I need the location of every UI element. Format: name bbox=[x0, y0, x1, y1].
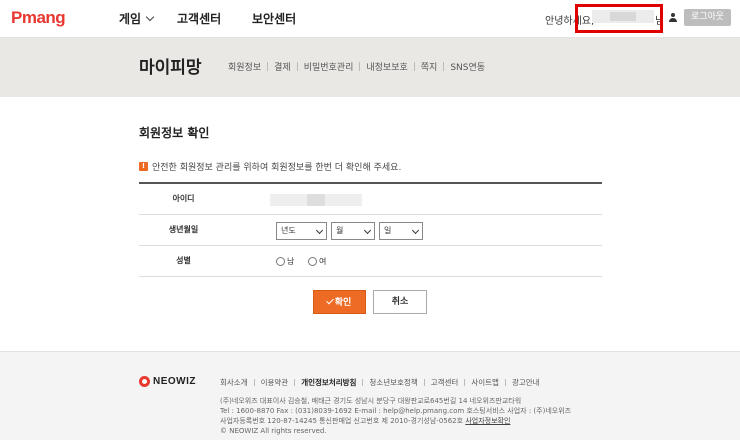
user-icon[interactable] bbox=[669, 13, 677, 22]
company-info-line: Tel : 1600-8870 Fax : (031)8039-1692 E-m… bbox=[220, 407, 572, 415]
business-info-link[interactable]: 사업자정보확인 bbox=[465, 417, 510, 425]
divider bbox=[443, 62, 445, 71]
confirm-button[interactable]: 확인 bbox=[313, 290, 366, 314]
gender-female-radio[interactable] bbox=[308, 257, 317, 266]
divider bbox=[296, 62, 298, 71]
subnav-messages[interactable]: 쪽지 bbox=[421, 60, 438, 73]
subnav-privacy[interactable]: 내정보보호 bbox=[366, 60, 407, 73]
birth-month-select[interactable]: 월 bbox=[331, 222, 375, 240]
alert-icon: ! bbox=[139, 162, 148, 171]
page-title: 마이피망 bbox=[139, 58, 202, 78]
chevron-down-icon bbox=[145, 12, 155, 22]
copyright: © NEOWIZ All rights reserved. bbox=[220, 427, 327, 435]
chevron-down-icon bbox=[363, 226, 372, 235]
gender-female-option[interactable]: 여 bbox=[308, 256, 326, 267]
footer-link-privacy-policy[interactable]: 개인정보처리방침 bbox=[301, 377, 356, 388]
neowiz-logo-text: NEOWIZ bbox=[153, 376, 196, 387]
sub-navigation: 회원정보 결제 비밀번호관리 내정보보호 쪽지 SNS연동 bbox=[228, 60, 485, 73]
divider bbox=[413, 62, 415, 71]
footer-link-about[interactable]: 회사소개 bbox=[220, 377, 248, 388]
divider bbox=[294, 379, 296, 386]
greeting-text: 안녕하세요, bbox=[545, 16, 595, 27]
form-row-birth: 생년월일 년도 월 일 bbox=[139, 215, 602, 246]
nav-customer-center[interactable]: 고객센터 bbox=[177, 10, 221, 27]
gender-female-label: 여 bbox=[319, 257, 327, 266]
subnav-sns[interactable]: SNS연동 bbox=[450, 60, 485, 73]
company-info: (주)네오위즈 대표이사 김승철, 배태근 경기도 성남시 분당구 대왕판교로6… bbox=[220, 396, 571, 436]
check-icon bbox=[325, 296, 334, 305]
gender-male-label: 남 bbox=[287, 257, 295, 266]
masked-user-id bbox=[270, 194, 362, 206]
divider bbox=[362, 379, 364, 386]
divider bbox=[267, 62, 269, 71]
subnav-payment[interactable]: 결제 bbox=[274, 60, 291, 73]
notice-message: ! 안전한 회원정보 관리를 위하여 회원정보를 한번 더 확인해 주세요. bbox=[139, 160, 401, 173]
logout-button[interactable]: 로그아웃 bbox=[684, 9, 731, 26]
birth-month-value: 월 bbox=[336, 226, 344, 235]
chevron-down-icon bbox=[315, 226, 324, 235]
company-info-line: (주)네오위즈 대표이사 김승철, 배태근 경기도 성남시 분당구 대왕판교로6… bbox=[220, 397, 522, 405]
company-info-line: 사업자등록번호 120-87-14245 통신판매업 신고번호 제 2010-경… bbox=[220, 416, 571, 426]
form-row-gender: 성별 남 여 bbox=[139, 246, 602, 277]
footer-link-terms[interactable]: 이용약관 bbox=[261, 377, 289, 388]
greeting-suffix: 님 bbox=[655, 16, 665, 27]
business-registration: 사업자등록번호 120-87-14245 통신판매업 신고번호 제 2010-경… bbox=[220, 417, 466, 425]
gender-label: 성별 bbox=[176, 256, 191, 265]
subnav-password[interactable]: 비밀번호관리 bbox=[304, 60, 354, 73]
subnav-member-info[interactable]: 회원정보 bbox=[228, 60, 261, 73]
footer-link-ads[interactable]: 광고안내 bbox=[512, 377, 540, 388]
section-title: 회원정보 확인 bbox=[139, 126, 210, 140]
chevron-down-icon bbox=[411, 226, 420, 235]
cancel-button[interactable]: 취소 bbox=[373, 290, 427, 314]
divider bbox=[253, 379, 255, 386]
nav-game[interactable]: 게임 bbox=[119, 10, 155, 27]
divider bbox=[423, 379, 425, 386]
notice-text: 안전한 회원정보 관리를 위하여 회원정보를 한번 더 확인해 주세요. bbox=[152, 163, 402, 173]
form-row-id: 아이디 bbox=[139, 184, 602, 215]
divider bbox=[504, 379, 506, 386]
footer-link-sitemap[interactable]: 사이트맵 bbox=[471, 377, 499, 388]
neowiz-logo-icon bbox=[139, 376, 150, 387]
mypage-band: 마이피망 회원정보 결제 비밀번호관리 내정보보호 쪽지 SNS연동 bbox=[0, 38, 740, 97]
masked-username bbox=[592, 10, 654, 23]
confirm-label: 확인 bbox=[334, 298, 352, 308]
footer-link-customer-center[interactable]: 고객센터 bbox=[431, 377, 459, 388]
nav-security-center[interactable]: 보안센터 bbox=[252, 10, 296, 27]
birth-day-value: 일 bbox=[384, 226, 392, 235]
global-header: Pmang 게임 고객센터 보안센터 안녕하세요, 님 로그아웃 bbox=[0, 0, 740, 38]
nav-game-label: 게임 bbox=[119, 12, 142, 26]
pmang-logo[interactable]: Pmang bbox=[11, 8, 66, 28]
birth-year-select[interactable]: 년도 bbox=[276, 222, 327, 240]
neowiz-logo[interactable]: NEOWIZ bbox=[139, 376, 196, 387]
divider bbox=[464, 379, 466, 386]
birth-day-select[interactable]: 일 bbox=[379, 222, 423, 240]
divider bbox=[359, 62, 361, 71]
id-label: 아이디 bbox=[172, 194, 195, 203]
gender-male-option[interactable]: 남 bbox=[276, 256, 294, 267]
birth-year-value: 년도 bbox=[281, 226, 296, 235]
footer-link-youth-policy[interactable]: 청소년보호정책 bbox=[369, 377, 417, 388]
footer: NEOWIZ 회사소개 이용약관 개인정보처리방침 청소년보호정책 고객센터 사… bbox=[0, 351, 740, 440]
verify-form: 아이디 생년월일 년도 월 일 성별 남 여 bbox=[139, 182, 602, 277]
footer-links: 회사소개 이용약관 개인정보처리방침 청소년보호정책 고객센터 사이트맵 광고안… bbox=[220, 377, 540, 388]
birth-label: 생년월일 bbox=[168, 225, 199, 234]
gender-male-radio[interactable] bbox=[276, 257, 285, 266]
